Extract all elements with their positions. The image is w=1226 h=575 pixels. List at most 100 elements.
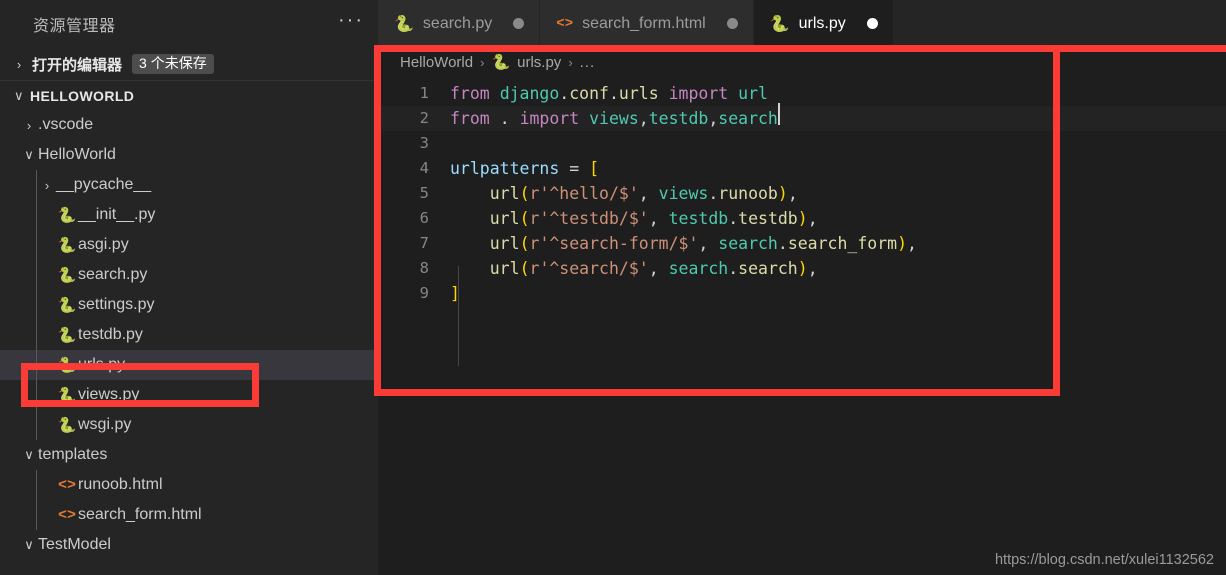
- tree-item-settings-py[interactable]: 🐍 settings.py: [0, 290, 378, 320]
- python-icon: 🐍: [57, 237, 77, 254]
- tree-item-label: __pycache__: [56, 176, 152, 193]
- code-line-text: url(r'^hello/$', views.runoob),: [489, 184, 798, 203]
- chevron-right-icon: ›: [568, 54, 573, 70]
- tree-item-label: HelloWorld: [38, 146, 116, 163]
- tree-item-testmodel[interactable]: ∨ TestModel: [0, 530, 378, 560]
- tree-indent-guide: [36, 170, 37, 440]
- breadcrumb-overflow[interactable]: ...: [580, 54, 596, 71]
- open-editors-section[interactable]: › 打开的编辑器 3 个未保存: [0, 48, 378, 80]
- code-line[interactable]: 6 url(r'^testdb/$', testdb.testdb),: [378, 206, 1226, 231]
- chevron-right-icon: ›: [480, 54, 485, 70]
- open-editors-label: 打开的编辑器: [32, 56, 123, 74]
- tree-item-label: asgi.py: [78, 236, 129, 253]
- code-line-text: ]: [450, 284, 460, 303]
- tree-item-search_form-html[interactable]: <> search_form.html: [0, 500, 378, 530]
- code-line-text: url(r'^search/$', search.search),: [489, 259, 818, 278]
- python-icon: 🐍: [57, 207, 77, 224]
- tree-item-helloworld[interactable]: ∨ HelloWorld: [0, 140, 378, 170]
- tree-item-views-py[interactable]: 🐍 views.py: [0, 380, 378, 410]
- chevron-down-icon[interactable]: ∨: [20, 537, 38, 553]
- tree-item-label: __init__.py: [78, 206, 156, 223]
- code-line[interactable]: 5 url(r'^hello/$', views.runoob),: [378, 181, 1226, 206]
- code-line[interactable]: 1 from django.conf.urls import url: [378, 81, 1226, 106]
- code-editor[interactable]: 1 from django.conf.urls import url 2 from .…: [378, 77, 1226, 366]
- tree-item-label: wsgi.py: [78, 416, 132, 433]
- tree-item-label: urls.py: [78, 356, 126, 373]
- python-icon: 🐍: [491, 54, 511, 71]
- editor-tab-urls-py[interactable]: 🐍 urls.py: [753, 0, 894, 47]
- chevron-down-icon[interactable]: ∨: [20, 147, 38, 163]
- workspace-root-label: HELLOWORLD: [30, 87, 135, 104]
- workspace-root-row[interactable]: ∨ HELLOWORLD: [0, 80, 378, 110]
- chevron-down-icon: ∨: [14, 87, 24, 103]
- tab-label: search_form.html: [582, 14, 706, 32]
- tree-item-testdb-py[interactable]: 🐍 testdb.py: [0, 320, 378, 350]
- tree-item-label: search.py: [78, 266, 148, 283]
- code-line[interactable]: 2 from . import views,testdb,search: [378, 103, 1226, 131]
- python-icon: 🐍: [57, 357, 77, 374]
- explorer-title: 资源管理器: [33, 18, 116, 35]
- unsaved-dot-icon[interactable]: [726, 18, 738, 29]
- more-actions-icon[interactable]: ···: [338, 10, 364, 33]
- line-number: 6: [419, 209, 429, 227]
- tree-item-asgi-py[interactable]: 🐍 asgi.py: [0, 230, 378, 260]
- editor-area: 🐍 search.py <> search_form.html 🐍 urls.py Hel…: [378, 0, 1226, 575]
- chevron-right-icon[interactable]: ›: [38, 178, 56, 193]
- python-icon: 🐍: [57, 327, 77, 344]
- tree-indent-guide: [36, 470, 37, 530]
- code-line[interactable]: 7 url(r'^search-form/$', search.search_f…: [378, 231, 1226, 256]
- code-line[interactable]: 9]: [378, 281, 1226, 306]
- tree-item-label: TestModel: [38, 536, 111, 553]
- python-icon: 🐍: [57, 267, 77, 284]
- line-number: 5: [419, 184, 429, 202]
- chevron-right-icon: ›: [16, 56, 22, 72]
- tree-item--vscode[interactable]: › .vscode: [0, 110, 378, 140]
- code-line[interactable]: 8 url(r'^search/$', search.search),: [378, 256, 1226, 281]
- line-number: 7: [419, 234, 429, 252]
- explorer-sidebar: 资源管理器 ··· › 打开的编辑器 3 个未保存 ∨ HELLOWORLD ›…: [0, 0, 378, 575]
- line-number: 8: [419, 259, 429, 277]
- tree-item-urls-py[interactable]: 🐍 urls.py: [0, 350, 378, 380]
- code-line[interactable]: 4 urlpatterns = [: [378, 156, 1226, 181]
- tabbar-empty-space: [893, 0, 1226, 47]
- breadcrumb-project[interactable]: HelloWorld: [400, 54, 473, 71]
- line-number: 9: [419, 284, 429, 302]
- python-icon: 🐍: [57, 387, 77, 404]
- line-number: 4: [419, 159, 429, 177]
- editor-tab-search-py[interactable]: 🐍 search.py: [378, 0, 541, 47]
- breadcrumb: HelloWorld › 🐍 urls.py › ...: [378, 47, 1226, 77]
- python-icon: 🐍: [57, 417, 77, 434]
- python-icon: 🐍: [57, 297, 77, 314]
- tab-label: urls.py: [798, 14, 846, 32]
- python-icon: 🐍: [394, 15, 414, 33]
- tree-item-label: runoob.html: [78, 476, 163, 493]
- vscode-window: 资源管理器 ··· › 打开的编辑器 3 个未保存 ∨ HELLOWORLD ›…: [0, 0, 1226, 575]
- tab-label: search.py: [422, 14, 493, 32]
- breadcrumb-file[interactable]: urls.py: [517, 54, 561, 71]
- editor-tabbar: 🐍 search.py <> search_form.html 🐍 urls.py: [378, 0, 1226, 47]
- code-line-text: urlpatterns = [: [450, 159, 600, 178]
- tree-item-label: views.py: [78, 386, 140, 403]
- code-line[interactable]: 3: [378, 131, 1226, 156]
- chevron-down-icon[interactable]: ∨: [20, 447, 38, 463]
- unsaved-dot-icon[interactable]: [866, 18, 878, 29]
- python-icon: 🐍: [769, 15, 790, 33]
- tree-item-wsgi-py[interactable]: 🐍 wsgi.py: [0, 410, 378, 440]
- tree-item-label: search_form.html: [78, 506, 202, 523]
- chevron-right-icon[interactable]: ›: [20, 118, 38, 133]
- explorer-header: 资源管理器 ···: [0, 0, 378, 48]
- code-line-text: url(r'^search-form/$', search.search_for…: [489, 234, 917, 253]
- line-number: 3: [419, 134, 429, 152]
- tree-item-__init__-py[interactable]: 🐍 __init__.py: [0, 200, 378, 230]
- unsaved-dot-icon[interactable]: [513, 18, 525, 29]
- tree-item-runoob-html[interactable]: <> runoob.html: [0, 470, 378, 500]
- tree-item-__pycache__[interactable]: › __pycache__: [0, 170, 378, 200]
- tree-item-templates[interactable]: ∨ templates: [0, 440, 378, 470]
- unsaved-count-badge: 3 个未保存: [132, 53, 214, 75]
- tree-item-search-py[interactable]: 🐍 search.py: [0, 260, 378, 290]
- code-line-text: from . import views,testdb,search: [450, 103, 780, 131]
- watermark-text: https://blog.csdn.net/xulei1132562: [994, 552, 1214, 568]
- html-icon: <>: [556, 15, 574, 32]
- editor-tab-search_form-html[interactable]: <> search_form.html: [540, 0, 754, 47]
- line-number: 2: [419, 109, 429, 127]
